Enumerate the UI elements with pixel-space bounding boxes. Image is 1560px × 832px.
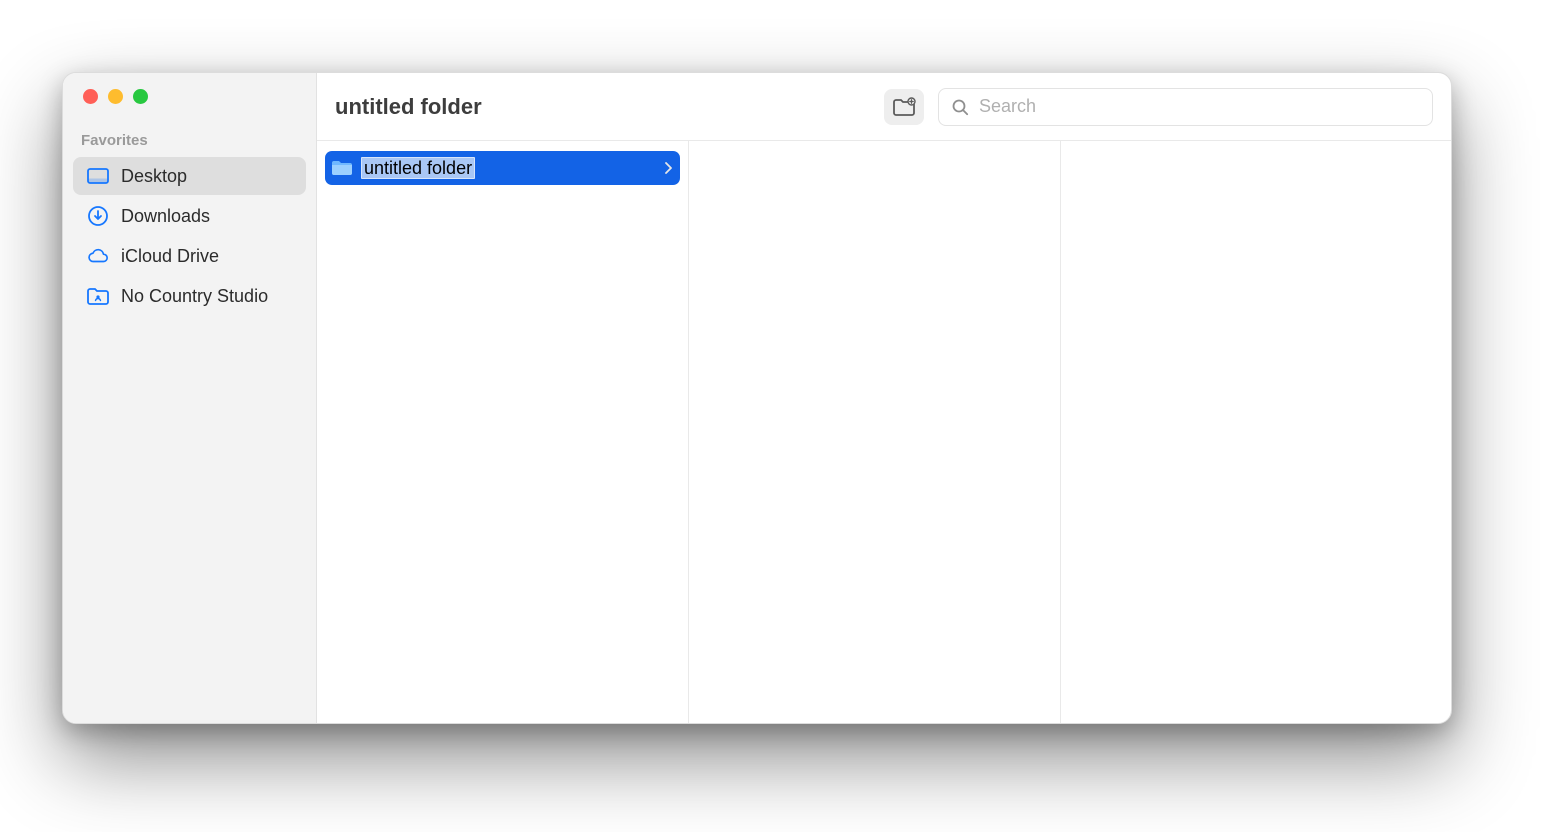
finder-window: Favorites Desktop Downloads iCloud Drive — [62, 72, 1452, 724]
list-item[interactable]: untitled folder — [325, 151, 680, 185]
sidebar-item-label: Downloads — [121, 206, 210, 227]
cloud-icon — [87, 245, 109, 267]
desktop-icon — [87, 165, 109, 187]
column-2[interactable] — [1061, 141, 1451, 723]
zoom-window-button[interactable] — [133, 89, 148, 104]
shared-folder-icon — [87, 285, 109, 307]
minimize-window-button[interactable] — [108, 89, 123, 104]
window-title: untitled folder — [335, 94, 482, 120]
sidebar-item-label: iCloud Drive — [121, 246, 219, 267]
toolbar: untitled folder — [317, 73, 1451, 141]
column-0[interactable]: untitled folder — [317, 141, 689, 723]
download-icon — [87, 205, 109, 227]
sidebar: Favorites Desktop Downloads iCloud Drive — [63, 73, 317, 723]
folder-name-input[interactable]: untitled folder — [361, 157, 475, 179]
column-view: untitled folder — [317, 141, 1451, 723]
main-pane: untitled folder — [317, 73, 1451, 723]
sidebar-item-desktop[interactable]: Desktop — [73, 157, 306, 195]
sidebar-item-label: Desktop — [121, 166, 187, 187]
close-window-button[interactable] — [83, 89, 98, 104]
search-field[interactable] — [938, 88, 1433, 126]
search-icon — [951, 98, 969, 116]
sidebar-item-label: No Country Studio — [121, 286, 268, 307]
sidebar-item-downloads[interactable]: Downloads — [73, 197, 306, 235]
sidebar-item-studio[interactable]: No Country Studio — [73, 277, 306, 315]
new-folder-button[interactable] — [884, 89, 924, 125]
search-input[interactable] — [979, 96, 1420, 117]
folder-icon — [331, 159, 353, 177]
column-1[interactable] — [689, 141, 1061, 723]
window-controls — [63, 89, 316, 132]
chevron-right-icon — [664, 162, 672, 174]
new-folder-icon — [892, 97, 916, 117]
sidebar-item-icloud[interactable]: iCloud Drive — [73, 237, 306, 275]
sidebar-section-label: Favorites — [63, 132, 316, 155]
